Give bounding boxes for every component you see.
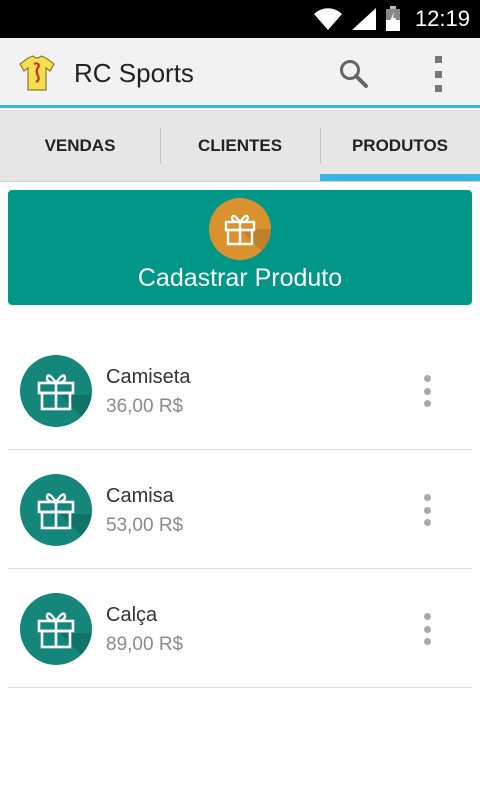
menu-dot	[423, 638, 431, 645]
item-menu-button[interactable]	[420, 494, 434, 526]
product-price: 53,00 R$	[106, 515, 184, 536]
gift-icon	[209, 198, 271, 260]
search-icon	[340, 60, 368, 88]
overflow-menu-icon	[434, 56, 442, 63]
battery-icon	[385, 6, 401, 32]
more-vert-icon	[423, 494, 431, 501]
overflow-menu-dot	[434, 70, 442, 78]
menu-dot	[423, 519, 431, 526]
wifi-icon	[313, 7, 343, 31]
product-price: 36,00 R$	[106, 396, 184, 417]
tab-produtos[interactable]: PRODUTOS	[320, 110, 480, 181]
product-name: Camiseta	[106, 366, 191, 388]
gift-icon	[20, 474, 92, 546]
list-item[interactable]: Calça 89,00 R$	[8, 569, 472, 688]
overflow-menu-dot	[434, 85, 442, 92]
register-product-button[interactable]: Cadastrar Produto	[8, 190, 472, 305]
menu-dot	[423, 400, 431, 407]
menu-dot	[423, 506, 431, 514]
search-button[interactable]	[338, 58, 370, 90]
gift-icon	[20, 593, 92, 665]
gift-icon	[20, 355, 92, 427]
item-menu-button[interactable]	[420, 375, 434, 407]
tab-vendas[interactable]: VENDAS	[0, 110, 160, 181]
more-vert-icon	[423, 613, 431, 620]
jersey-logo-icon	[18, 54, 56, 92]
more-vert-icon	[423, 375, 431, 382]
item-menu-button[interactable]	[420, 613, 434, 645]
list-item[interactable]: Camisa 53,00 R$	[8, 450, 472, 569]
product-price: 89,00 R$	[106, 634, 184, 655]
tab-bar: VENDAS CLIENTES PRODUTOS	[0, 110, 480, 182]
register-product-label: Cadastrar Produto	[137, 264, 343, 292]
status-time: 12:19	[414, 6, 470, 31]
product-name: Calça	[106, 604, 158, 626]
product-list: Camiseta 36,00 R$ Camisa 53,00 R$ Calça …	[8, 331, 472, 688]
app-bar: RC Sports	[0, 38, 480, 108]
product-name: Camisa	[106, 485, 174, 507]
list-item[interactable]: Camiseta 36,00 R$	[8, 331, 472, 450]
status-bar: 12:19	[0, 0, 480, 38]
menu-dot	[423, 387, 431, 395]
tab-clientes[interactable]: CLIENTES	[160, 110, 320, 181]
signal-icon	[351, 7, 377, 31]
app-title: RC Sports	[74, 58, 194, 88]
overflow-menu-button[interactable]	[428, 56, 448, 92]
menu-dot	[423, 625, 431, 633]
